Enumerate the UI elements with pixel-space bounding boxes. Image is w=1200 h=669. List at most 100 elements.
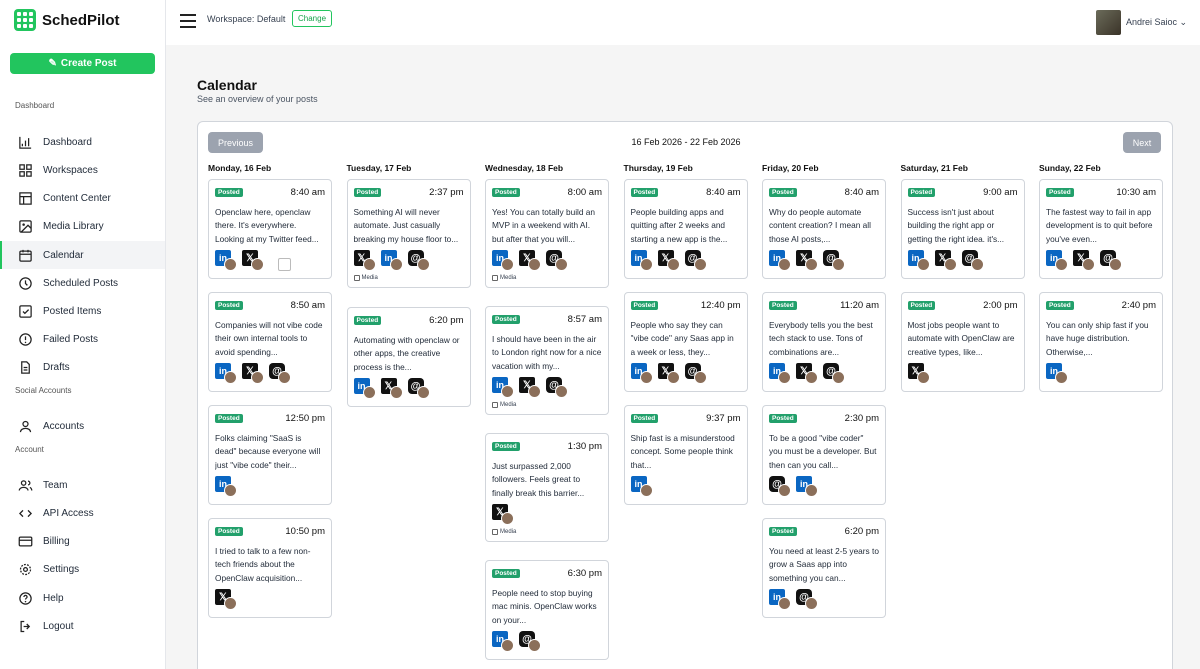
status-badge: Posted [1046, 187, 1074, 197]
post-time: 8:50 am [290, 299, 325, 311]
sidebar-item-calendar[interactable]: Calendar [0, 241, 165, 269]
post-excerpt: You can only ship fast if you have huge … [1046, 320, 1149, 357]
media-indicator: Media [492, 529, 602, 535]
post-card[interactable]: Posted 2:30 pm To be a good "vibe coder" y… [762, 405, 886, 505]
sidebar-item-workspaces[interactable]: Workspaces [0, 156, 165, 184]
post-card[interactable]: Posted 9:00 am Success isn't just about bu… [900, 179, 1025, 279]
account-avatar [916, 371, 930, 384]
sidebar-item-dashboard[interactable]: Dashboard [0, 128, 165, 156]
status-badge: Posted [353, 187, 382, 197]
calendar-panel: Previous 16 Feb 2026 - 22 Feb 2026 Next … [197, 121, 1173, 669]
card-icon [18, 536, 33, 546]
platform-list: in 𝕏 @ [492, 377, 602, 399]
create-post-button[interactable]: ✎ Create Post [10, 53, 155, 74]
sidebar-item-failed-posts[interactable]: Failed Posts [0, 325, 165, 353]
post-time: 6:20 pm [844, 525, 879, 537]
post-card[interactable]: Posted 8:57 am I should have been in the a… [485, 306, 609, 415]
post-card[interactable]: Posted 1:30 pm Just surpassed 2,000 follow… [485, 433, 609, 542]
threads-icon: @ [546, 377, 570, 399]
platform-list: in 𝕏 @ [353, 378, 464, 400]
post-card[interactable]: Posted 6:20 pm Automating with openclaw or… [346, 307, 471, 407]
status-badge: Posted [492, 441, 520, 451]
account-avatar [639, 371, 653, 384]
sidebar-item-settings[interactable]: Settings [0, 555, 165, 583]
user-avatar[interactable] [1096, 10, 1121, 35]
brand[interactable]: SchedPilot [14, 9, 120, 31]
post-time: 2:30 pm [844, 412, 879, 424]
platform-list: in 𝕏 @ [907, 250, 1018, 272]
post-card[interactable]: Posted 6:30 pm People need to stop buying … [485, 560, 609, 660]
post-card[interactable]: Posted 8:40 am Why do people automate cont… [762, 179, 886, 279]
sidebar-item-content-center[interactable]: Content Center [0, 184, 165, 212]
media-thumbnail-icon [269, 250, 293, 272]
status-badge: Posted [215, 300, 243, 310]
sidebar-item-scheduled-posts[interactable]: Scheduled Posts [0, 269, 165, 297]
status-badge: Posted [769, 300, 797, 310]
post-card[interactable]: Posted 2:00 pm Most jobs people want to au… [900, 292, 1025, 392]
linkedin-icon: in [630, 363, 655, 385]
sidebar-item-media-library[interactable]: Media Library [0, 212, 165, 240]
menu-icon[interactable] [180, 14, 196, 28]
grid-icon [19, 163, 32, 177]
post-excerpt: The fastest way to fail in app developme… [1046, 207, 1153, 244]
day-column: Tuesday, 17 Feb [347, 162, 471, 180]
post-card[interactable]: Posted 12:40 pm People who say they can "v… [623, 292, 748, 392]
post-card[interactable]: Posted 8:50 am Companies will not vibe cod… [208, 292, 332, 392]
sidebar-item-logout[interactable]: Logout [0, 612, 165, 640]
post-card[interactable]: Posted 8:40 am People building apps and qu… [623, 179, 748, 279]
post-card[interactable]: Posted 8:40 am Openclaw here, openclaw the… [208, 179, 332, 279]
sidebar-item-label: Settings [43, 563, 80, 575]
account-avatar [501, 512, 514, 525]
account-avatar [1109, 258, 1122, 271]
sidebar-item-team[interactable]: Team [0, 471, 165, 499]
post-card[interactable]: Posted 10:50 pm I tried to talk to a few n… [208, 518, 332, 618]
threads-icon: @ [823, 250, 847, 272]
pencil-icon: ✎ [48, 58, 57, 69]
platform-list: in [1046, 363, 1156, 385]
calendar-icon [19, 249, 32, 262]
sidebar-item-billing[interactable]: Billing [0, 527, 165, 555]
dashboard-icon [19, 136, 32, 149]
change-workspace-button[interactable]: Change [292, 10, 333, 27]
threads-icon: @ [684, 363, 709, 385]
post-excerpt: Everybody tells you the best tech stack … [769, 320, 873, 357]
user-menu[interactable]: Andrei Saioc ⌄ [1126, 17, 1187, 28]
linkedin-icon: in [492, 250, 516, 272]
status-badge: Posted [630, 413, 659, 423]
post-excerpt: Companies will not vibe code their own i… [215, 320, 323, 357]
day-column: Wednesday, 18 Feb [485, 162, 609, 180]
post-card[interactable]: Posted 9:37 pm Ship fast is a misunderstoo… [623, 405, 748, 505]
post-card[interactable]: Posted 11:20 am Everybody tells you the be… [762, 292, 886, 392]
x-icon: 𝕏 [353, 250, 378, 272]
post-card[interactable]: Posted 12:50 pm Folks claiming "SaaS is de… [208, 405, 332, 505]
sidebar-item-help[interactable]: Help [0, 584, 165, 612]
post-card[interactable]: Posted 10:30 am The fastest way to fail in… [1039, 179, 1163, 279]
x-icon: 𝕏 [657, 250, 682, 272]
account-avatar [528, 385, 541, 398]
post-excerpt: Why do people automate content creation?… [769, 207, 871, 244]
post-card[interactable]: Posted 2:40 pm You can only ship fast if y… [1039, 292, 1163, 392]
status-badge: Posted [769, 187, 797, 197]
sidebar-item-drafts[interactable]: Drafts [0, 353, 165, 381]
post-card[interactable]: Posted 8:00 am Yes! You can totally build … [485, 179, 609, 288]
post-excerpt: Ship fast is a misunderstood concept. So… [630, 433, 735, 470]
post-card[interactable]: Posted 2:37 pm Something AI will never aut… [346, 179, 471, 288]
platform-list: 𝕏 [215, 589, 325, 611]
create-post-label: Create Post [60, 58, 117, 69]
sidebar-item-accounts[interactable]: Accounts [0, 412, 165, 440]
sidebar-item-api-access[interactable]: API Access [0, 499, 165, 527]
media-indicator: Media [353, 275, 464, 281]
sidebar-item-posted-items[interactable]: Posted Items [0, 297, 165, 325]
account-avatar [251, 258, 264, 271]
post-excerpt: Success isn't just about building the ri… [907, 207, 1005, 244]
post-time: 6:30 pm [567, 567, 602, 579]
post-time: 2:40 pm [1121, 299, 1156, 311]
post-time: 8:40 am [706, 186, 741, 198]
account-avatar [805, 484, 818, 497]
post-card[interactable]: Posted 6:20 pm You need at least 2-5 years… [762, 518, 886, 618]
linkedin-icon: in [769, 250, 793, 272]
linkedin-icon: in [796, 476, 820, 498]
next-week-button[interactable]: Next [1123, 132, 1161, 153]
brand-name: SchedPilot [42, 11, 120, 29]
x-icon: 𝕏 [380, 378, 405, 400]
